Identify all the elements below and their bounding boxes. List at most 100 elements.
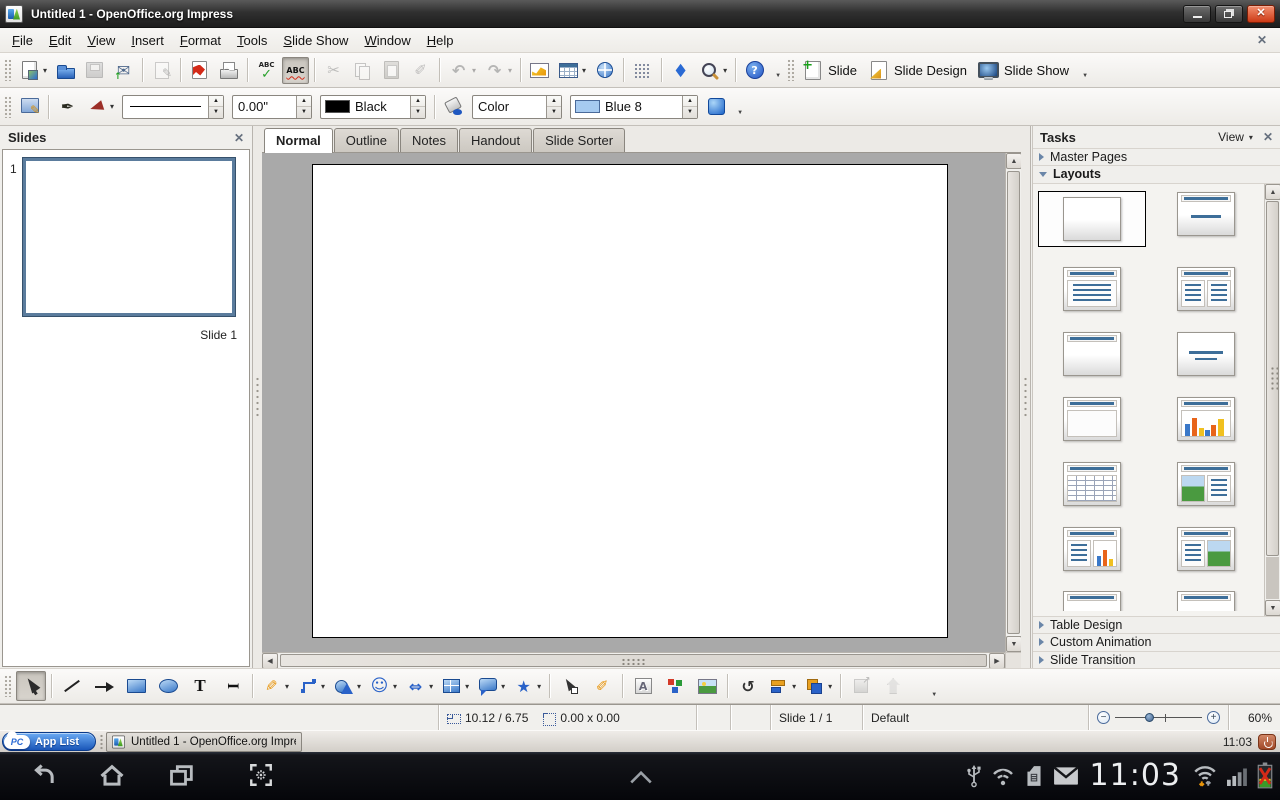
email-button[interactable]	[110, 57, 137, 84]
edit-points-button[interactable]	[555, 671, 585, 701]
table-button[interactable]: ▾	[555, 57, 589, 84]
section-master-pages[interactable]: Master Pages	[1033, 148, 1280, 165]
toolbar-overflow-button[interactable]	[1077, 58, 1091, 82]
gallery-button[interactable]	[660, 671, 690, 701]
arrange-button[interactable]: ▾	[801, 671, 835, 701]
horizontal-scrollbar[interactable]: ◀ ▶	[262, 652, 1005, 668]
curve-button[interactable]: ▾	[258, 671, 292, 701]
menu-window[interactable]: Window	[356, 30, 418, 51]
slide-thumbnail[interactable]	[23, 158, 235, 316]
zoom-percent-cell[interactable]: 60%	[1228, 705, 1280, 730]
navigator-button[interactable]	[667, 57, 694, 84]
toolbar-grip[interactable]	[4, 59, 11, 81]
line-button[interactable]	[57, 671, 87, 701]
minimize-button[interactable]	[1183, 5, 1211, 23]
power-button[interactable]	[1258, 734, 1276, 750]
stars-button[interactable]: ▾	[510, 671, 544, 701]
vertical-scroll-thumb[interactable]	[1007, 171, 1020, 634]
chart-button[interactable]	[526, 57, 553, 84]
styles-formatting-button[interactable]	[16, 93, 43, 120]
layouts-scrollbar[interactable]: ▲ ▼	[1264, 184, 1280, 616]
panel-splitter-right[interactable]	[1021, 126, 1031, 668]
zoom-slider-thumb[interactable]	[1145, 713, 1154, 722]
tab-slide-sorter[interactable]: Slide Sorter	[533, 128, 625, 152]
scroll-track[interactable]	[1266, 557, 1279, 599]
slide-canvas[interactable]	[312, 164, 948, 638]
zoom-slider[interactable]: − +	[1097, 711, 1220, 724]
line-width-spinner[interactable]: ▲▼	[296, 96, 311, 118]
ellipse-button[interactable]	[153, 671, 183, 701]
tab-outline[interactable]: Outline	[334, 128, 399, 152]
menu-slide-show[interactable]: Slide Show	[275, 30, 356, 51]
close-document-icon[interactable]: ✕	[1257, 33, 1267, 47]
from-file-button[interactable]	[692, 671, 722, 701]
basic-shapes-button[interactable]: ▾	[330, 671, 364, 701]
line-width-spinbox[interactable]: 0.00" ▲▼	[232, 95, 312, 119]
fill-color-spinner[interactable]: ▲▼	[682, 96, 697, 118]
fontwork-button[interactable]	[628, 671, 658, 701]
section-slide-transition[interactable]: Slide Transition	[1033, 651, 1280, 668]
menu-help[interactable]: Help	[419, 30, 462, 51]
horizontal-scroll-thumb[interactable]	[280, 654, 987, 667]
block-arrows-button[interactable]: ▾	[402, 671, 436, 701]
section-layouts[interactable]: Layouts	[1033, 165, 1280, 182]
page-style-cell[interactable]: Default	[862, 705, 1088, 730]
restore-button[interactable]	[1215, 5, 1243, 23]
menu-insert[interactable]: Insert	[123, 30, 172, 51]
text-button[interactable]	[185, 671, 215, 701]
toolbar-overflow-button[interactable]	[732, 95, 746, 119]
layout-title-content-picture[interactable]	[1153, 526, 1259, 572]
layout-title-chart[interactable]	[1153, 396, 1259, 442]
select-button[interactable]	[16, 671, 46, 701]
fill-color-combo[interactable]: Blue 8 ▲▼	[570, 95, 698, 119]
toolbar-grip[interactable]	[787, 59, 794, 81]
arrow-style-button[interactable]: ▾	[83, 93, 117, 120]
layout-title-picture-content[interactable]	[1153, 461, 1259, 507]
slide-show-button[interactable]: Slide Show	[975, 57, 1075, 84]
home-button[interactable]	[98, 762, 126, 790]
alignment-button[interactable]: ▾	[765, 671, 799, 701]
grid-button[interactable]	[629, 57, 656, 84]
auto-spellcheck-button[interactable]	[282, 57, 309, 84]
menu-edit[interactable]: Edit	[41, 30, 79, 51]
line-dialog-button[interactable]	[54, 93, 81, 120]
toolbar-grip[interactable]	[4, 675, 11, 697]
export-pdf-button[interactable]	[186, 57, 213, 84]
glue-points-button[interactable]	[587, 671, 617, 701]
menu-view[interactable]: View	[79, 30, 123, 51]
arrow-button[interactable]	[89, 671, 119, 701]
tab-handout[interactable]: Handout	[459, 128, 532, 152]
line-color-spinner[interactable]: ▲▼	[410, 96, 425, 118]
zoom-button[interactable]: ▾	[696, 57, 730, 84]
recent-apps-button[interactable]	[168, 762, 196, 790]
vertical-scrollbar[interactable]: ▲ ▼	[1005, 153, 1021, 652]
rectangle-button[interactable]	[121, 671, 151, 701]
area-dialog-button[interactable]	[440, 93, 467, 120]
toolbar-overflow-button[interactable]	[910, 671, 940, 701]
scroll-left-icon[interactable]: ◀	[262, 653, 278, 669]
layout-title-only[interactable]	[1039, 331, 1145, 377]
flowchart-button[interactable]: ▾	[438, 671, 472, 701]
zoom-slider-track[interactable]	[1115, 711, 1202, 724]
shadow-button[interactable]	[703, 93, 730, 120]
line-style-spinner[interactable]: ▲▼	[208, 96, 223, 118]
close-button[interactable]: ✕	[1247, 5, 1275, 23]
menu-file[interactable]: File	[4, 30, 41, 51]
help-button[interactable]	[741, 57, 768, 84]
spellcheck-button[interactable]	[253, 57, 280, 84]
menu-tools[interactable]: Tools	[229, 30, 275, 51]
fill-type-combo[interactable]: Color ▲▼	[472, 95, 562, 119]
scroll-down-icon[interactable]: ▼	[1006, 636, 1022, 652]
scroll-up-icon[interactable]: ▲	[1006, 153, 1022, 169]
slide-new-button[interactable]: Slide	[799, 57, 863, 84]
line-color-combo[interactable]: Black ▲▼	[320, 95, 426, 119]
print-button[interactable]	[215, 57, 242, 84]
layout-title-table[interactable]	[1039, 461, 1145, 507]
tab-normal[interactable]: Normal	[264, 128, 333, 153]
layout-cut-row-left[interactable]	[1039, 591, 1145, 611]
tasks-panel-close-icon[interactable]: ✕	[1263, 130, 1273, 144]
slide-design-button[interactable]: Slide Design	[865, 57, 973, 84]
vertical-text-button[interactable]	[217, 671, 247, 701]
expand-tray-chevron[interactable]	[628, 768, 654, 786]
slides-panel-close-icon[interactable]: ✕	[234, 131, 244, 145]
